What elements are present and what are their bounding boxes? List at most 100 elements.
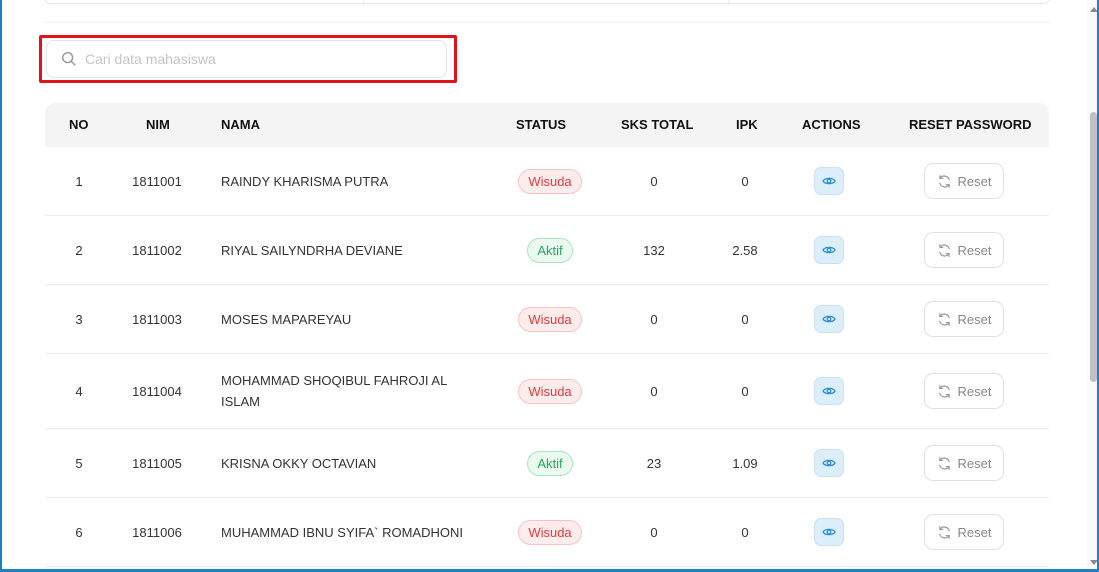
scroll-thumb[interactable] [1090, 112, 1097, 382]
reset-password-button[interactable]: Reset [924, 514, 1004, 550]
eye-icon [822, 387, 836, 395]
scroll-down-arrow-icon[interactable] [1090, 560, 1097, 565]
cell-status: Aktif [500, 216, 600, 284]
table-row: 6 1811006 MUHAMMAD IBNU SYIFA` ROMADHONI Wi… [45, 498, 1049, 567]
cell-nim: 1811002 [132, 242, 182, 258]
scroll-up-arrow-icon[interactable] [1090, 7, 1097, 12]
cell-no: 1 [75, 173, 83, 189]
reset-password-button[interactable]: Reset [924, 163, 1004, 199]
reset-password-button[interactable]: Reset [924, 445, 1004, 481]
cell-actions [799, 285, 859, 353]
header-actions: ACTIONS [802, 117, 861, 132]
cell-reset-password: Reset [924, 498, 1004, 566]
top-summary-card [44, 0, 1050, 5]
status-badge: Wisuda [518, 519, 582, 545]
view-detail-button[interactable] [814, 449, 844, 477]
reset-button-label: Reset [957, 242, 992, 258]
scrollbar[interactable] [1087, 0, 1097, 569]
cell-sks-total: 0 [650, 383, 658, 399]
cell-ipk: 0 [741, 383, 749, 399]
cell-no: 5 [75, 455, 83, 471]
reset-password-button[interactable]: Reset [924, 301, 1004, 337]
status-badge: Wisuda [518, 378, 582, 404]
cell-actions [799, 354, 859, 428]
cell-actions [799, 147, 859, 215]
cell-actions [799, 429, 859, 497]
cell-sks-total: 132 [643, 242, 665, 258]
view-detail-button[interactable] [814, 518, 844, 546]
search-input[interactable] [85, 51, 446, 67]
table-header: NO NIM NAMA STATUS SKS TOTAL IPK ACTIONS… [45, 103, 1049, 147]
eye-icon [822, 528, 836, 536]
cell-nama: MOHAMMAD SHOQIBUL FAHROJI AL ISLAM [221, 373, 447, 409]
refresh-icon [938, 525, 950, 539]
cell-status: Wisuda [500, 285, 600, 353]
reset-button-label: Reset [957, 455, 992, 471]
student-table: NO NIM NAMA STATUS SKS TOTAL IPK ACTIONS… [45, 103, 1049, 569]
cell-actions [799, 498, 859, 566]
cell-status: Aktif [500, 429, 600, 497]
cell-nim: 1811004 [132, 383, 182, 399]
cell-ipk: 0 [741, 311, 749, 327]
cell-nim: 1811003 [132, 311, 182, 327]
refresh-icon [938, 174, 950, 188]
cell-reset-password: Reset [924, 216, 1004, 284]
cell-reset-password: Reset [924, 429, 1004, 497]
cell-no: 6 [75, 524, 83, 540]
cell-nama: KRISNA OKKY OCTAVIAN [221, 455, 377, 471]
header-no: NO [69, 117, 89, 132]
cell-reset-password: Reset [924, 354, 1004, 428]
reset-button-label: Reset [957, 383, 992, 399]
view-detail-button[interactable] [814, 377, 844, 405]
cell-nim: 1811006 [132, 524, 182, 540]
cell-sks-total: 23 [646, 455, 662, 471]
eye-icon [822, 459, 836, 467]
eye-icon [822, 177, 836, 185]
eye-icon [822, 315, 836, 323]
search-icon [61, 51, 76, 66]
cell-status: Wisuda [500, 147, 600, 215]
app-window: NO NIM NAMA STATUS SKS TOTAL IPK ACTIONS… [0, 0, 1099, 572]
search-box[interactable] [46, 40, 447, 78]
reset-password-button[interactable]: Reset [924, 373, 1004, 409]
table-row: 3 1811003 MOSES MAPAREYAU Wisuda 0 0 Reset [45, 285, 1049, 354]
status-badge: Aktif [527, 237, 573, 263]
cell-sks-total: 0 [650, 311, 658, 327]
cell-nim: 1811005 [132, 455, 182, 471]
reset-button-label: Reset [957, 311, 992, 327]
status-badge: Aktif [527, 450, 573, 476]
cell-ipk: 1.09 [732, 455, 758, 471]
cell-ipk: 2.58 [732, 242, 758, 258]
status-badge: Wisuda [518, 168, 582, 194]
reset-button-label: Reset [957, 173, 992, 189]
refresh-icon [938, 312, 950, 326]
cell-nama: MUHAMMAD IBNU SYIFA` ROMADHONI [221, 524, 463, 540]
view-detail-button[interactable] [814, 167, 844, 195]
cell-nama: RAINDY KHARISMA PUTRA [221, 173, 389, 189]
reset-password-button[interactable]: Reset [924, 232, 1004, 268]
cell-sks-total: 0 [650, 173, 658, 189]
refresh-icon [938, 456, 950, 470]
header-reset-password: RESET PASSWORD [909, 117, 1032, 132]
header-ipk: IPK [736, 117, 758, 132]
cell-no: 2 [75, 242, 83, 258]
view-detail-button[interactable] [814, 305, 844, 333]
table-row: 5 1811005 KRISNA OKKY OCTAVIAN Aktif 23 1.09 R… [45, 429, 1049, 498]
header-status: STATUS [516, 117, 567, 132]
view-detail-button[interactable] [814, 236, 844, 264]
cell-nama: MOSES MAPAREYAU [221, 311, 352, 327]
cell-nim: 1811001 [132, 173, 182, 189]
header-nim: NIM [146, 117, 170, 132]
cell-sks-total: 0 [650, 524, 658, 540]
cell-status: Wisuda [500, 354, 600, 428]
refresh-icon [938, 243, 950, 257]
refresh-icon [938, 384, 950, 398]
header-sks-total: SKS TOTAL [621, 117, 694, 132]
cell-status: Wisuda [500, 498, 600, 566]
divider [44, 22, 1050, 23]
reset-button-label: Reset [957, 524, 992, 540]
cell-nama: RIYAL SAILYNDRHA DEVIANE [221, 242, 403, 258]
cell-reset-password: Reset [924, 285, 1004, 353]
table-row: 2 1811002 RIYAL SAILYNDRHA DEVIANE Aktif 132… [45, 216, 1049, 285]
header-nama: NAMA [221, 117, 260, 132]
